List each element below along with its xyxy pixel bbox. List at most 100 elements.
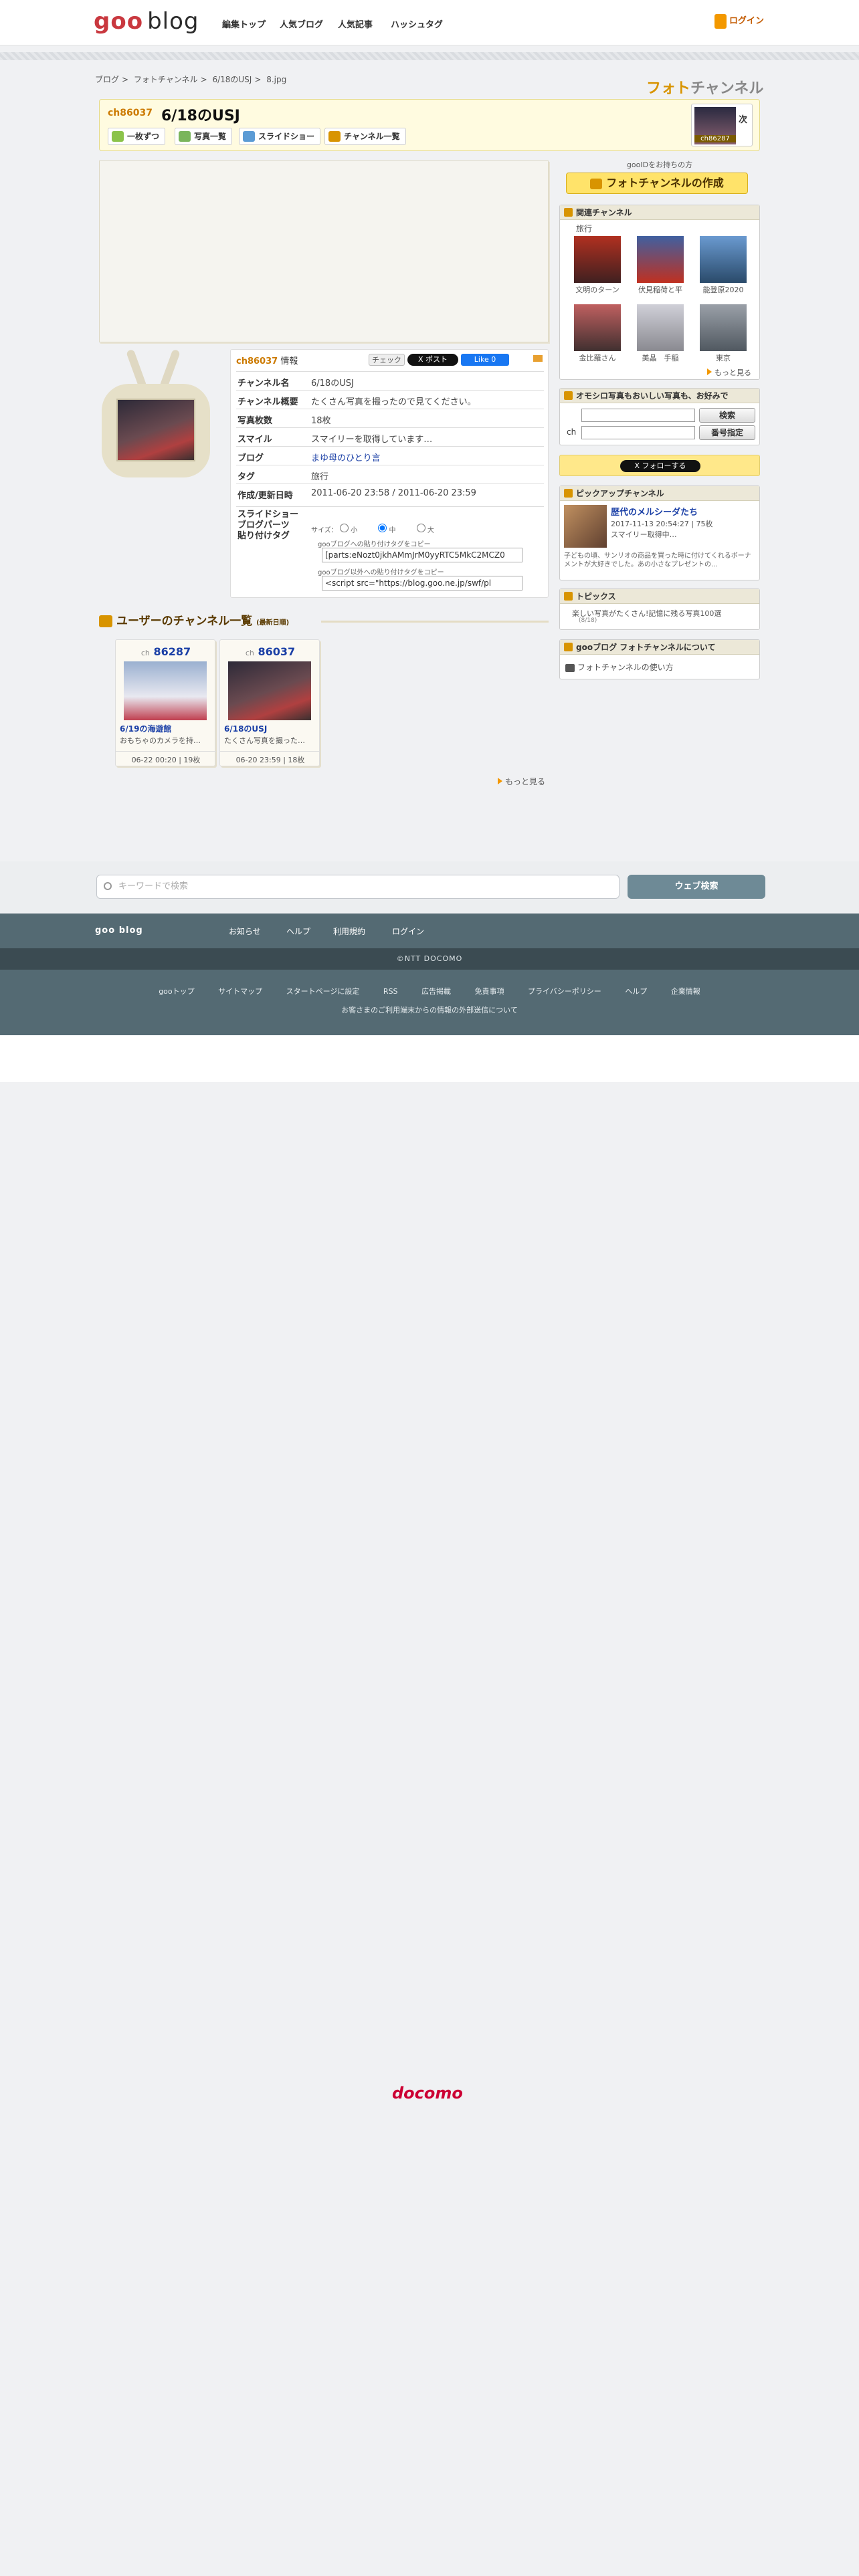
channel-info-panel: ch86037 情報 チェック X ポスト Like 0 チャンネル名 6/18の…: [230, 349, 549, 598]
tv-thumbnail: [99, 348, 213, 483]
footer-link-sitemap[interactable]: サイトマップ: [218, 987, 262, 996]
info-row-date: 作成/更新日時 2011-06-20 23:58 / 2011-06-20 23:…: [236, 484, 544, 502]
footer-link-login[interactable]: ログイン: [392, 926, 424, 937]
external-tag-field[interactable]: <script src="https://blog.goo.ne.jp/swf/…: [322, 576, 522, 591]
tv-icon: [590, 178, 603, 189]
number-search-button[interactable]: 番号指定: [699, 425, 755, 440]
login-link[interactable]: ログイン: [714, 13, 764, 29]
web-search-button[interactable]: ウェブ検索: [628, 875, 765, 899]
channel-number-input[interactable]: [581, 426, 695, 439]
check-button[interactable]: チェック: [369, 354, 405, 366]
goo-tag-field[interactable]: [parts:eNozt0jkhAMmJrM0yyRTC5MkC2MCZ0: [322, 548, 522, 562]
footer-link-help[interactable]: ヘルプ: [286, 926, 310, 937]
related-channel[interactable]: 伏見稲荷と平: [636, 236, 684, 295]
slideshow-button[interactable]: スライドショー: [239, 128, 321, 145]
related-channel[interactable]: 美晶 手稲: [636, 304, 684, 363]
size-selector: サイズ： 小 中 大: [311, 524, 434, 534]
breadcrumb: ブログ > フォトチャンネル > 6/18のUSJ > 8.jpg: [95, 75, 287, 84]
footer-link-company[interactable]: 企業情報: [671, 987, 700, 996]
copyright: ©NTT DOCOMO: [0, 948, 859, 970]
next-channel-link[interactable]: ch86287 次: [691, 104, 753, 146]
channel-title: 6/18のUSJ: [161, 108, 240, 124]
info-row-blog: ブログ まゆ母のひとり言: [236, 446, 544, 465]
blog-link[interactable]: まゆ母のひとり言: [311, 451, 381, 463]
copy-external-tag-link[interactable]: gooブログ以外への貼り付けタグをコピー: [318, 566, 444, 576]
info-row-count: 写真枚数 18枚: [236, 409, 544, 427]
footer-link-startpage[interactable]: スタートページに設定: [286, 987, 360, 996]
breadcrumb-current: 8.jpg: [266, 75, 287, 84]
goo-blog-logo[interactable]: goo blog: [94, 8, 199, 35]
header-stripe: [0, 52, 859, 60]
about-box: gooブログ フォトチャンネルについて フォトチャンネルの使い方: [559, 639, 760, 679]
related-channel[interactable]: 東京: [699, 304, 747, 363]
related-category[interactable]: 旅行: [576, 223, 592, 234]
site-header: goo blog 編集トップ 人気ブログ 人気記事 ハッシュタグ ログイン: [0, 0, 859, 45]
footer-links: gooトップ サイトマップ スタートページに設定 RSS 広告掲載 免責事項 プ…: [0, 970, 859, 1035]
channel-thumbnail: [124, 661, 207, 720]
x-post-button[interactable]: X ポスト: [407, 354, 458, 366]
size-medium-radio[interactable]: [378, 524, 387, 532]
facebook-like-button[interactable]: Like 0: [461, 354, 509, 366]
footer-link-rss[interactable]: RSS: [383, 987, 398, 996]
photo-display-area[interactable]: [99, 160, 549, 342]
info-header: ch86037 情報: [236, 356, 298, 366]
play-icon: [243, 131, 255, 142]
related-channel[interactable]: 金比羅さん: [573, 304, 622, 363]
nav-edit-top[interactable]: 編集トップ: [222, 17, 266, 30]
more-channels-link[interactable]: もっと見る: [498, 776, 545, 787]
size-small-radio[interactable]: [339, 524, 349, 532]
info-row-tag: タグ 旅行: [236, 465, 544, 484]
pickup-channel-link[interactable]: 歴代のメルシーダたち: [611, 505, 698, 518]
breadcrumb-blog[interactable]: ブログ: [95, 75, 119, 84]
search-icon: [104, 882, 112, 890]
footer-link-goo-top[interactable]: gooトップ: [159, 987, 194, 996]
channel-search-box: オモシロ写真もおいしい写真も、お好みで 検索 ch 番号指定: [559, 388, 760, 445]
channel-title-box: ch86037 6/18のUSJ 一枚ずつ 写真一覧 スライドショー チャンネル…: [99, 99, 760, 151]
size-large-radio[interactable]: [416, 524, 425, 532]
info-row-smile: スマイル スマイリーを取得しています…: [236, 427, 544, 446]
related-channel[interactable]: 能登原2020: [699, 236, 747, 295]
footer-link-ads[interactable]: 広告掲載: [421, 987, 451, 996]
keyword-search-input[interactable]: [581, 409, 695, 422]
tag-link[interactable]: 旅行: [311, 469, 328, 482]
x-follow-button[interactable]: X フォローする: [620, 460, 700, 472]
user-channel-card[interactable]: ch 86037 6/18のUSJ たくさん写真を撮った… 06-20 23:5…: [219, 639, 320, 766]
about-link[interactable]: フォトチャンネルの使い方: [565, 661, 674, 673]
nav-popular-articles[interactable]: 人気記事: [338, 17, 373, 30]
related-channel[interactable]: 文明のターン: [573, 236, 622, 295]
user-channel-card[interactable]: ch 86287 6/19の海遊館 おもちゃのカメラを持… 06-22 00:2…: [115, 639, 216, 766]
footer-link-help2[interactable]: ヘルプ: [625, 987, 647, 996]
footer-link-disclaimer[interactable]: 免責事項: [475, 987, 504, 996]
tv-icon: [99, 615, 112, 627]
channel-thumbnail: [228, 661, 311, 720]
footer-search-input[interactable]: キーワードで検索: [96, 875, 619, 899]
footer-link-terms[interactable]: 利用規約: [333, 926, 365, 937]
nav-popular-blog[interactable]: 人気ブログ: [280, 17, 323, 30]
info-row-summary: チャンネル概要 たくさん写真を撮ったので見てください。: [236, 390, 544, 409]
footer-link-news[interactable]: お知らせ: [229, 926, 261, 937]
nav-hashtag[interactable]: ハッシュタグ: [391, 17, 443, 30]
photo-channel-logo[interactable]: フォトチャンネル: [646, 76, 763, 98]
footer-brand[interactable]: goo blog: [95, 926, 143, 936]
related-more-link[interactable]: もっと見る: [707, 367, 751, 378]
camera-icon: [565, 663, 575, 672]
search-button[interactable]: 検索: [699, 408, 755, 423]
breadcrumb-photochannel[interactable]: フォトチャンネル: [134, 75, 198, 84]
pickup-thumbnail[interactable]: [564, 505, 607, 548]
photo-list-button[interactable]: 写真一覧: [175, 128, 233, 145]
gooid-note: gooIDをお持ちの方: [626, 160, 693, 169]
one-by-one-button[interactable]: 一枚ずつ: [108, 128, 166, 145]
grid-icon: [179, 131, 191, 142]
mail-icon[interactable]: [533, 355, 543, 362]
copy-goo-tag-link[interactable]: gooブログへの貼り付けタグをコピー: [318, 538, 431, 548]
create-photo-channel-button[interactable]: フォトチャンネルの作成: [566, 173, 748, 194]
footer-link-external-info[interactable]: お客さまのご利用端末からの情報の外部送信について: [0, 1004, 859, 1015]
tv-icon: [328, 131, 341, 142]
docomo-logo[interactable]: docomo: [392, 2084, 463, 2103]
footer-link-privacy[interactable]: プライバシーポリシー: [528, 987, 601, 996]
channel-list-button[interactable]: チャンネル一覧: [324, 128, 406, 145]
info-row-name: チャンネル名 6/18のUSJ: [236, 371, 544, 390]
breadcrumb-channel[interactable]: 6/18のUSJ: [212, 75, 252, 84]
footer-nav: goo blog お知らせ ヘルプ 利用規約 ログイン: [0, 914, 859, 948]
channel-id: ch86037: [108, 108, 153, 118]
